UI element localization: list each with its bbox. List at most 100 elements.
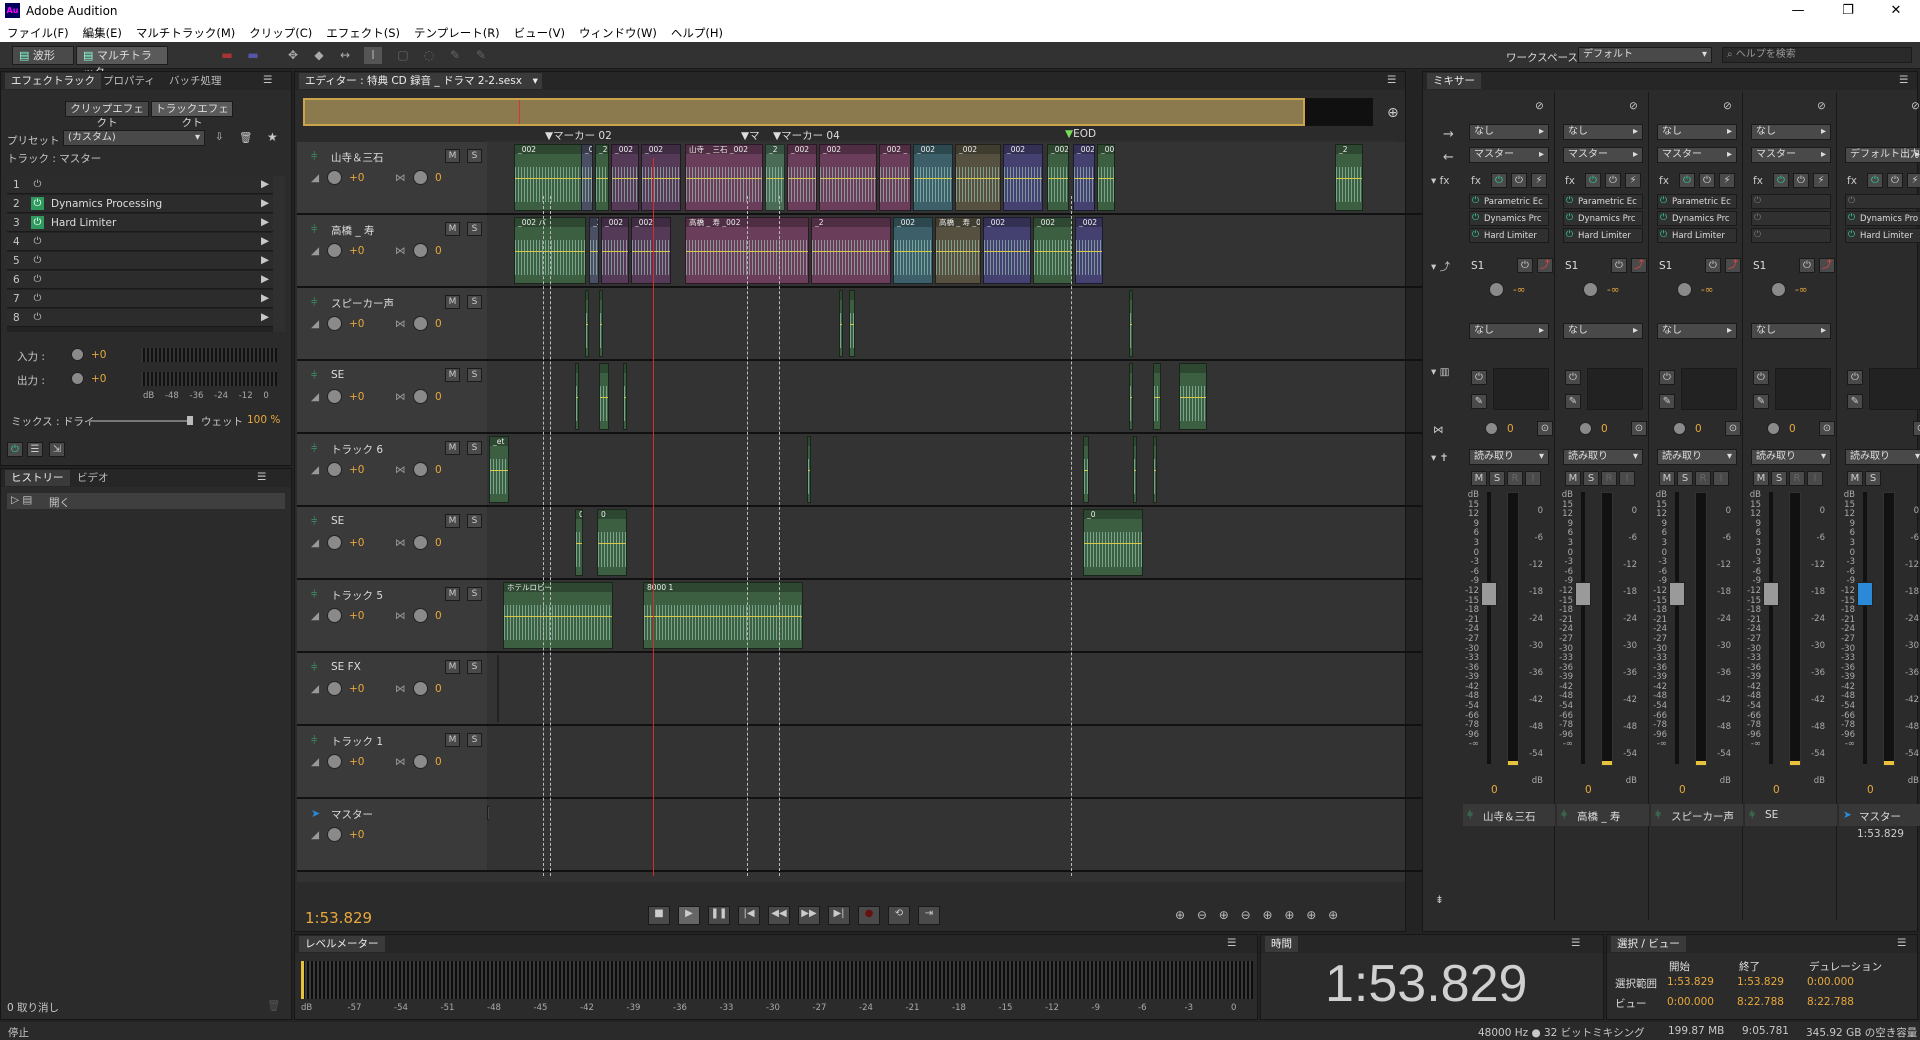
volume-envelope[interactable] <box>490 469 508 471</box>
power-icon[interactable]: ⏻ <box>31 178 44 191</box>
volume-envelope[interactable] <box>1154 469 1156 471</box>
rewind-button[interactable]: ◀◀ <box>768 906 790 925</box>
mute-button[interactable]: M <box>1659 471 1675 486</box>
delete-preset-icon[interactable]: 🗑 <box>239 131 252 144</box>
track-m-button[interactable]: M <box>445 514 460 528</box>
volume-envelope[interactable] <box>598 542 626 544</box>
mute-button[interactable]: M <box>1565 471 1581 486</box>
track-header[interactable]: ⫩山寺＆三石MSRI◢+0⋈0⊙ <box>297 142 532 213</box>
volume-envelope[interactable] <box>600 323 602 325</box>
input-select[interactable]: なし ▸ <box>1751 124 1831 140</box>
track-header[interactable]: ⫩SEMSRI◢+0⋈0⊙ <box>297 507 532 578</box>
volume-fader[interactable] <box>1857 582 1873 606</box>
stereo-link-icon[interactable]: ⊙ <box>1725 421 1741 436</box>
selection-end[interactable]: 1:53.829 <box>1737 976 1784 988</box>
panel-menu-icon[interactable]: ☰ <box>1571 937 1580 949</box>
volume-envelope[interactable] <box>850 323 854 325</box>
track-name[interactable]: トラック 1 <box>331 734 383 749</box>
track-name[interactable]: スピーカー声 <box>331 296 394 311</box>
phase-invert-icon[interactable]: ⊘ <box>1629 100 1638 112</box>
audio-clip[interactable] <box>599 363 609 430</box>
slot-menu-arrow-icon[interactable]: ▶ <box>261 197 269 209</box>
automation-mode-select[interactable]: 読み取り ▾ <box>1563 449 1643 465</box>
power-icon[interactable]: ⏻ <box>31 254 44 267</box>
volume-envelope[interactable] <box>766 177 784 179</box>
volume-envelope[interactable] <box>624 396 626 398</box>
fader-value[interactable]: 0 <box>1867 784 1874 796</box>
volume-envelope[interactable] <box>1074 177 1094 179</box>
pan-value[interactable]: 0 <box>435 464 442 476</box>
track-lane[interactable]: _et <box>489 434 1405 505</box>
power-icon[interactable]: ⏻ <box>1848 213 1855 223</box>
track-header[interactable]: ⫩高橋 _ 寿MSRI◢+0⋈0⊙ <box>297 215 532 286</box>
volume-value[interactable]: +0 <box>349 829 364 841</box>
volume-envelope[interactable] <box>1034 250 1072 252</box>
eq-power-icon[interactable]: ⏻ <box>1659 370 1675 385</box>
audio-clip[interactable] <box>585 290 589 357</box>
volume-envelope[interactable] <box>984 250 1030 252</box>
track-header[interactable]: ⫩トラック 5MSRI◢+0⋈0⊙ <box>297 580 532 651</box>
eq-edit-icon[interactable]: ✎ <box>1659 394 1675 409</box>
audio-clip[interactable] <box>1133 436 1137 503</box>
output-select[interactable]: デフォルト出力 ▸ <box>1845 147 1920 163</box>
volume-value[interactable]: +0 <box>349 683 364 695</box>
mute-button[interactable]: M <box>1847 471 1863 486</box>
volume-value[interactable]: +0 <box>349 391 364 403</box>
record-arm-button[interactable]: R <box>1789 471 1805 486</box>
volume-envelope[interactable] <box>1084 542 1142 544</box>
send-power-icon[interactable]: ⏻ <box>1517 258 1533 273</box>
pan-value[interactable]: 0 <box>435 318 442 330</box>
volume-envelope[interactable] <box>1180 396 1206 398</box>
fader-value[interactable]: 0 <box>1773 784 1780 796</box>
tab-level-meter[interactable]: レベルメーター <box>299 936 385 952</box>
brush-tool-icon[interactable]: ✎ <box>446 47 464 64</box>
solo-button[interactable]: S <box>1489 471 1505 486</box>
track-header[interactable]: ⫩トラック 6MSRI◢+0⋈0⊙ <box>297 434 532 505</box>
audio-clip[interactable]: _002 <box>787 144 817 211</box>
volume-envelope[interactable] <box>515 177 585 179</box>
audio-clip[interactable]: 高橋 _ 寿 _002 <box>935 217 981 284</box>
pan-knob[interactable] <box>413 389 428 404</box>
volume-envelope[interactable] <box>596 177 608 179</box>
input-select[interactable]: なし ▸ <box>1563 124 1643 140</box>
fx-power-icon[interactable]: ⏻ <box>1491 173 1507 188</box>
pan-knob[interactable] <box>1673 422 1686 435</box>
audio-clip[interactable] <box>1129 290 1133 357</box>
fx-prefader-icon[interactable]: ⏻ <box>1793 173 1809 188</box>
send-output-select[interactable]: なし ▸ <box>1469 323 1549 339</box>
mixer-fx-slot[interactable]: ⏻ Dynamics Pro <box>1845 211 1920 226</box>
rack-apply-icon[interactable]: ⇲ <box>49 442 65 457</box>
track-header[interactable]: ⫩スピーカー声MSRI◢+0⋈0⊙ <box>297 288 532 359</box>
slot-menu-arrow-icon[interactable]: ▶ <box>261 311 269 323</box>
power-icon[interactable]: ⏻ <box>31 235 44 248</box>
track[interactable]: ⫩SE FXMSRI◢+0⋈0⊙ <box>297 653 1443 726</box>
menu-window[interactable]: ウィンドウ(W) <box>572 22 664 44</box>
fx-prefader-icon[interactable]: ⏻ <box>1605 173 1621 188</box>
track[interactable]: ⫩トラック 1MSRI◢+0⋈0⊙ <box>297 726 1443 799</box>
mute-button[interactable]: M <box>1753 471 1769 486</box>
volume-envelope[interactable] <box>812 250 890 252</box>
output-select[interactable]: マスター ▸ <box>1751 147 1831 163</box>
mixer-fx-slot[interactable]: ⏻ Parametric Ec <box>1657 194 1737 209</box>
stereo-link-icon[interactable]: ⊙ <box>1631 421 1647 436</box>
menu-edit[interactable]: 編集(E) <box>76 22 129 44</box>
pan-knob[interactable] <box>1767 422 1780 435</box>
audio-clip[interactable]: ホテルロビー <box>503 582 613 649</box>
audio-clip[interactable]: _002 <box>611 144 639 211</box>
audio-clip[interactable]: _2 <box>595 144 609 211</box>
mixer-fx-slot[interactable]: ⏻ Hard Limiter <box>1469 228 1549 243</box>
audio-clip[interactable]: _002 <box>1033 217 1073 284</box>
volume-envelope[interactable] <box>820 177 876 179</box>
track-lane[interactable]: ホテルロビー 8000 1 <box>489 580 1405 651</box>
audio-clip[interactable] <box>1153 436 1157 503</box>
send-volume-value[interactable]: -∞ <box>1795 284 1808 296</box>
time-selection-tool-icon[interactable]: I <box>364 47 382 64</box>
fx-power-icon[interactable]: ⏻ <box>1773 173 1789 188</box>
pan-knob[interactable] <box>413 608 428 623</box>
track-s-button[interactable]: S <box>467 295 482 309</box>
mixer-fx-slot[interactable]: ⏻ Parametric Ec <box>1469 194 1549 209</box>
menu-help[interactable]: ヘルプ(H) <box>664 22 730 44</box>
phase-invert-icon[interactable]: ⊘ <box>1535 100 1544 112</box>
volume-envelope[interactable] <box>788 177 816 179</box>
effect-slots-scrollbar[interactable] <box>273 176 285 332</box>
